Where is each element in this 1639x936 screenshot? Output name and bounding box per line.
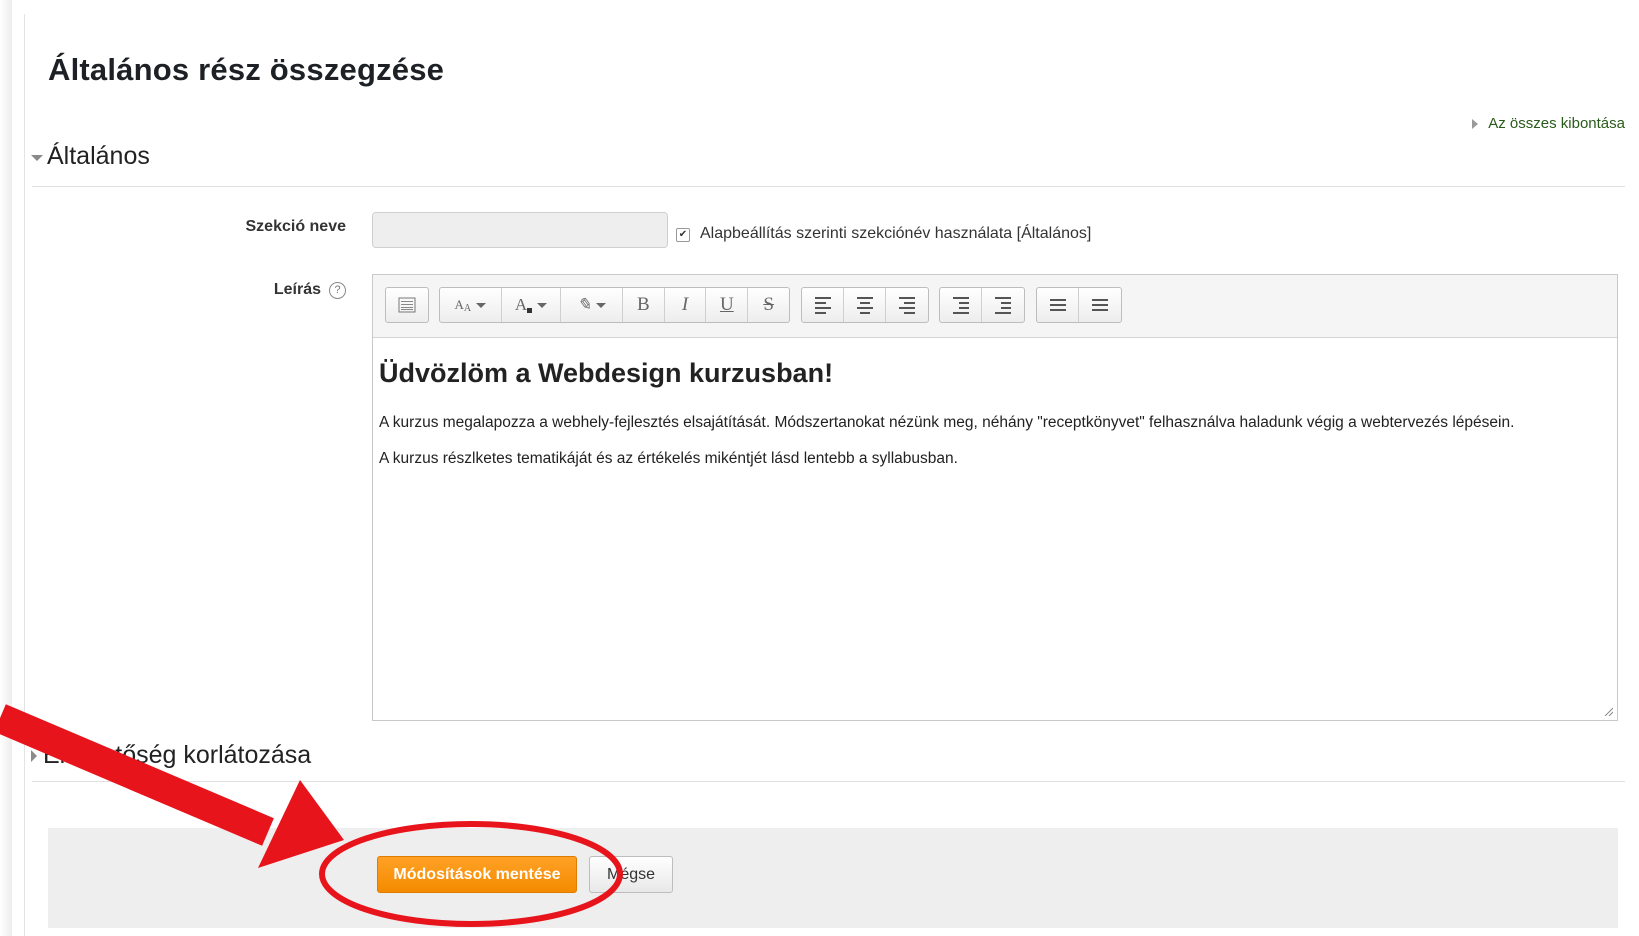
triangle-right-icon [31,749,37,762]
save-changes-button[interactable]: Módosítások mentése [377,856,577,893]
section-divider [32,186,1625,187]
bold-icon[interactable]: B [623,288,665,322]
section-divider [32,781,1625,782]
editor-toolbar: AA A ✎ B I U S [373,275,1617,338]
align-right-icon[interactable] [886,288,928,322]
section-general-label: Általános [47,142,150,170]
indent-icon[interactable] [982,288,1024,322]
default-name-checkbox-label: Alapbeállítás szerinti szekciónév haszná… [700,225,1092,242]
expand-all-label: Az összes kibontása [1488,115,1625,132]
toggle-toolbar-icon[interactable] [386,288,428,322]
align-center-icon[interactable] [844,288,886,322]
font-size-icon[interactable]: AA [440,288,502,322]
toolbar-group-lists [1036,287,1122,323]
italic-icon[interactable]: I [665,288,707,322]
ordered-list-icon[interactable] [1079,288,1121,322]
page-title: Általános rész összegzése [48,52,445,87]
align-left-icon[interactable] [802,288,844,322]
help-icon[interactable]: ? [329,282,346,299]
form-footer [48,828,1618,928]
section-name-label: Szekció neve [245,218,347,235]
content-paragraph-2: A kurzus részlketes tematikáját és az ér… [379,450,958,467]
triangle-down-icon [31,154,43,161]
toolbar-group-indent [939,287,1025,323]
unordered-list-icon[interactable] [1037,288,1079,322]
section-restrictions-header[interactable]: Elérhetőség korlátozása [31,741,311,770]
outdent-icon[interactable] [940,288,982,322]
section-name-input[interactable] [372,212,668,248]
description-label-wrap: Leírás? [274,281,346,299]
toolbar-group-toggle [385,287,429,323]
underline-icon[interactable]: U [706,288,749,322]
cancel-button[interactable]: Mégse [589,856,673,893]
rich-text-editor[interactable]: AA A ✎ B I U S Üdvözlöm a Webdesign kurz… [372,274,1618,721]
section-restrictions-label: Elérhetőség korlátozása [43,741,312,769]
description-label: Leírás [273,281,321,298]
editor-content[interactable]: Üdvözlöm a Webdesign kurzusban! A kurzus… [373,338,1617,471]
strikethrough-icon[interactable]: S [748,288,789,322]
triangle-right-icon [1472,118,1479,129]
default-name-checkbox[interactable]: ✔ [676,228,690,242]
content-heading: Üdvözlöm a Webdesign kurzusban! [379,358,834,388]
expand-all-link[interactable]: Az összes kibontása [1472,115,1625,132]
toolbar-group-align [801,287,929,323]
resize-handle-icon[interactable] [1603,706,1613,716]
toolbar-group-format: AA A ✎ B I U S [439,287,790,323]
section-general-header[interactable]: Általános [31,142,150,171]
highlight-icon[interactable]: ✎ [561,288,623,322]
font-color-icon[interactable]: A [502,288,562,322]
content-paragraph-1: A kurzus megalapozza a webhely-fejleszté… [379,414,1515,431]
